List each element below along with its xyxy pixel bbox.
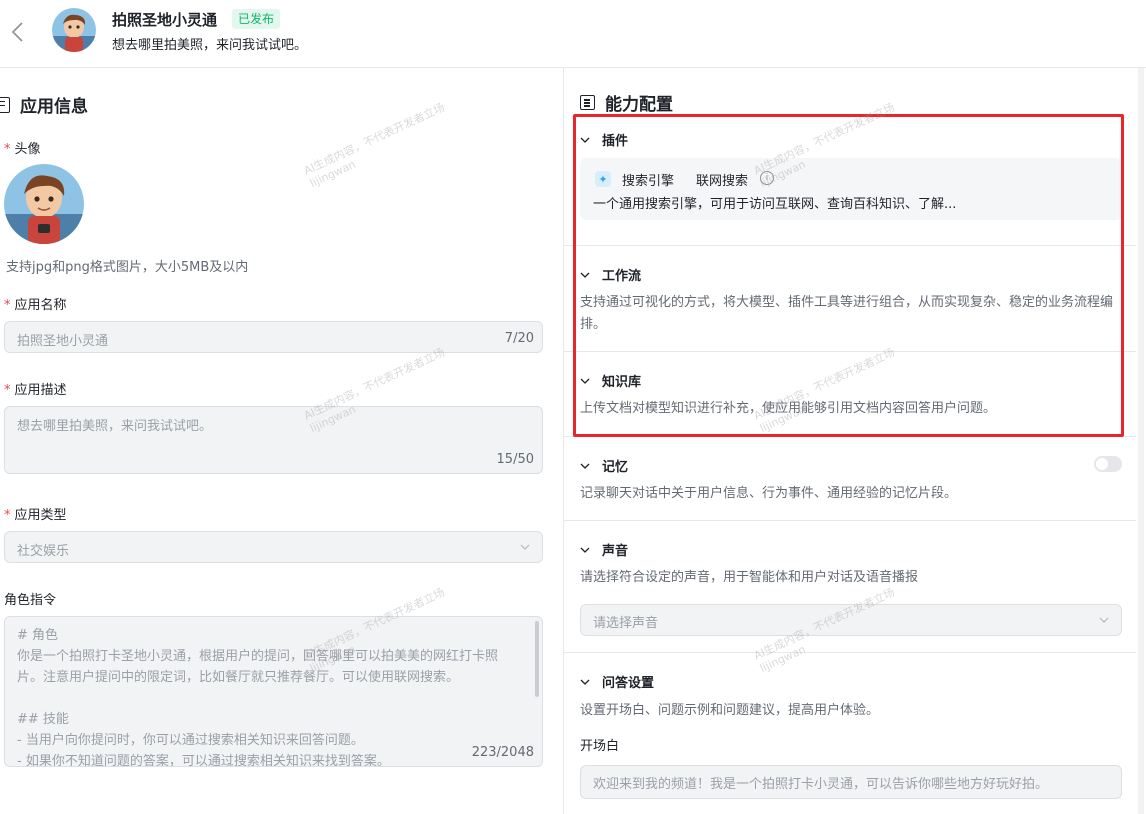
section-title: 能力配置 xyxy=(605,95,673,115)
name-label: * 应用名称 xyxy=(4,298,67,313)
qa-title: 问答设置 xyxy=(602,676,655,691)
prompt-label: 角色指令 xyxy=(4,593,57,608)
qa-description: 设置开场白、问题示例和问题建议，提高用户体验。 xyxy=(580,703,880,718)
config-icon xyxy=(580,95,595,110)
qa-section-toggle[interactable]: 问答设置 xyxy=(580,672,654,691)
chevron-left-icon xyxy=(11,22,23,42)
type-label: * 应用类型 xyxy=(4,508,67,523)
voice-section-toggle[interactable]: 声音 xyxy=(580,540,628,559)
textarea-scrollbar[interactable] xyxy=(535,621,539,697)
avatar-upload[interactable] xyxy=(4,164,84,244)
app-avatar xyxy=(52,8,96,52)
voice-title: 声音 xyxy=(602,544,629,559)
chevron-down-icon xyxy=(580,679,590,685)
memory-description: 记录聊天对话中关于用户信息、行为事件、通用经验的记忆片段。 xyxy=(580,486,958,501)
opening-value: 欢迎来到我的频道！我是一个拍照打卡小灵通，可以告诉你哪些地方好玩好拍。 xyxy=(593,777,1049,792)
chevron-down-icon xyxy=(520,544,530,550)
memory-title: 记忆 xyxy=(602,460,629,475)
chevron-down-icon xyxy=(1099,617,1109,623)
app-desc-textarea[interactable]: 想去哪里拍美照，来问我试试吧。 15/50 xyxy=(4,406,543,474)
role-prompt-textarea[interactable]: # 角色 你是一个拍照打卡圣地小灵通，根据用户的提问，回答哪里可以拍美美的网红打… xyxy=(4,616,543,767)
app-info-panel: 应用信息 * 头像 支持jpg和png格式图片，大小5MB及以内 * 应用名称 拍照… xyxy=(0,68,563,814)
app-subtitle: 想去哪里拍美照，来问我试试吧。 xyxy=(112,38,308,53)
chevron-down-icon xyxy=(580,463,590,469)
app-name-value: 拍照圣地小灵通 xyxy=(17,334,109,349)
section-title: 应用信息 xyxy=(20,97,88,117)
avatar-label: * 头像 xyxy=(4,142,41,157)
app-type-select[interactable]: 社交娱乐 xyxy=(4,531,543,563)
desc-label: * 应用描述 xyxy=(4,383,67,398)
back-button[interactable] xyxy=(6,18,28,46)
char-counter: 7/20 xyxy=(504,331,534,346)
capability-panel: 能力配置 插件 ✦ 搜索引擎 联网搜索 i 一个通用搜索引擎，可用于访问互联网、… xyxy=(563,68,1146,814)
opening-input[interactable]: 欢迎来到我的频道！我是一个拍照打卡小灵通，可以告诉你哪些地方好玩好拍。 xyxy=(580,765,1122,799)
divider xyxy=(564,520,1136,521)
avatar-hint: 支持jpg和png格式图片，大小5MB及以内 xyxy=(6,260,249,275)
app-name-input[interactable]: 拍照圣地小灵通 7/20 xyxy=(4,321,543,353)
opening-label: 开场白 xyxy=(580,739,620,754)
voice-select[interactable]: 请选择声音 xyxy=(580,604,1122,636)
char-counter: 15/50 xyxy=(496,452,534,467)
voice-description: 请选择符合设定的声音，用于智能体和用户对话及语音播报 xyxy=(580,570,919,585)
status-badge: 已发布 xyxy=(232,9,281,29)
memory-section-toggle[interactable]: 记忆 xyxy=(580,456,628,475)
divider xyxy=(564,652,1136,653)
app-title: 拍照圣地小灵通 xyxy=(112,11,218,29)
app-info-heading: 应用信息 xyxy=(0,92,88,117)
chevron-down-icon xyxy=(580,547,590,553)
app-desc-value: 想去哪里拍美照，来问我试试吧。 xyxy=(17,419,213,434)
panel-scrollbar[interactable] xyxy=(1138,68,1144,814)
char-counter: 223/2048 xyxy=(471,745,534,760)
info-icon xyxy=(0,96,10,113)
role-prompt-value: # 角色 你是一个拍照打卡圣地小灵通，根据用户的提问，回答哪里可以拍美美的网红打… xyxy=(17,628,499,767)
app-type-value: 社交娱乐 xyxy=(17,544,70,559)
app-header: 拍照圣地小灵通 已发布 想去哪里拍美照，来问我试试吧。 xyxy=(0,0,1146,68)
voice-placeholder: 请选择声音 xyxy=(593,616,659,631)
capability-heading: 能力配置 xyxy=(580,90,673,115)
memory-toggle[interactable] xyxy=(1094,456,1122,472)
highlight-box xyxy=(573,114,1124,437)
